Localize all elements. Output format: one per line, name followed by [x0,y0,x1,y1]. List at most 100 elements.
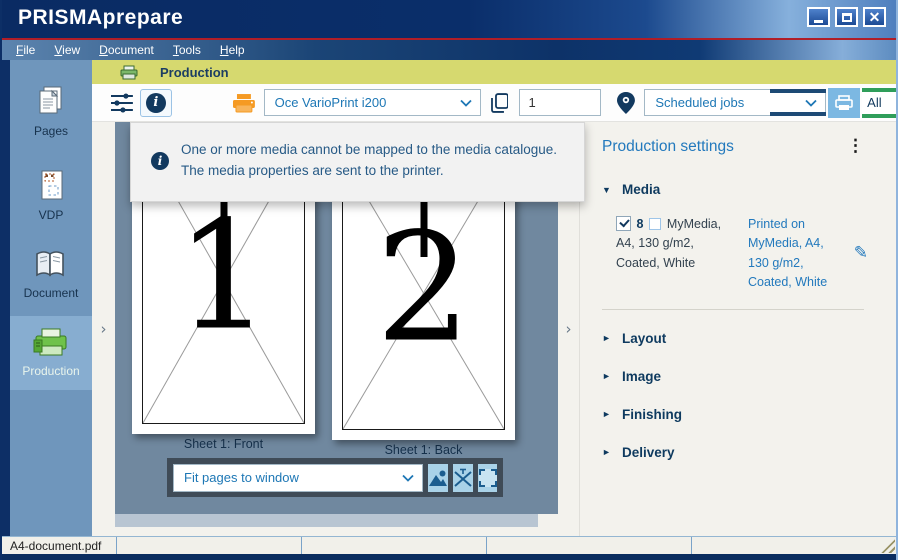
section-delivery[interactable]: ► Delivery [602,434,878,472]
chevron-down-icon [805,99,817,107]
queue-printer-icon [835,95,853,111]
chevron-down-icon [460,99,472,107]
production-settings-panel: Production settings ⋮ ▼ Media 8 MyMedia,… [580,122,896,536]
image-icon [428,469,448,487]
window-controls: ✕ [807,7,886,27]
menu-tools[interactable]: Tools [173,43,201,57]
close-button[interactable]: ✕ [863,7,886,27]
chevron-down-icon [402,474,414,482]
queue-filter-all[interactable]: All [862,88,896,118]
section-image-label: Image [622,369,661,384]
queue-filter-value: All [867,95,881,110]
status-bar: A4-document.pdf [2,536,896,554]
edit-pencil-icon[interactable]: ✎ [854,243,868,263]
expand-right-chevron-icon[interactable]: › [566,320,572,338]
production-toolbar: i Oce VarioPrint i200 [92,84,896,122]
section-delivery-label: Delivery [622,445,675,460]
section-layout[interactable]: ► Layout [602,320,878,358]
printer-select[interactable]: Oce VarioPrint i200 [264,89,481,116]
printer-select-value: Oce VarioPrint i200 [275,95,387,110]
production-printer-icon [120,65,138,80]
media-color-box[interactable] [649,218,661,230]
production-header: Production [92,60,896,84]
left-collapse-strip: › [92,122,115,536]
sheet-front-caption: Sheet 1: Front [132,437,315,451]
triangle-right-icon: ► [602,371,612,381]
page-number: 1 [132,202,315,352]
horizontal-scrollbar[interactable] [115,514,538,527]
status-filename: A4-document.pdf [2,537,117,554]
maximize-icon [842,13,852,22]
zoom-select[interactable]: Fit pages to window [173,464,423,492]
section-finishing[interactable]: ► Finishing [602,396,878,434]
info-icon: i [151,152,169,170]
section-layout-label: Layout [622,331,666,346]
copies-icon [491,93,509,113]
sidebar-label-pages: Pages [34,124,68,138]
close-icon: ✕ [869,10,881,24]
minimize-icon [814,20,823,23]
media-printed-on: Printed on MyMedia, A4, 130 g/m2, Coated… [748,215,844,293]
view-toolbar: Fit pages to window [167,458,503,497]
sidebar-label-document: Document [24,286,79,300]
cross-marks-icon [453,468,473,488]
section-media-label: Media [622,182,660,197]
title-bar: PRISMAprepare ✕ [2,0,896,38]
sheet-back-caption: Sheet 1: Back [332,443,515,457]
printer-queue-button[interactable] [828,88,860,118]
app-window: PRISMAprepare ✕ File View Document Tools… [0,0,898,560]
menu-help[interactable]: Help [220,43,245,57]
expand-left-chevron-icon[interactable]: › [101,320,107,338]
selection-mode-button[interactable] [478,464,497,492]
location-pin-icon [615,91,637,115]
printer-icon [232,93,256,113]
zoom-select-value: Fit pages to window [184,470,299,485]
media-count: 8 [636,217,643,231]
copies-input[interactable] [519,89,601,116]
pages-icon [32,84,70,120]
sidebar: Pages VDP Document [2,60,92,536]
media-name: MyMedia, A4, 130 g/m2, Coated, White [616,217,721,270]
triangle-right-icon: ► [602,409,612,419]
triangle-down-icon: ▼ [602,185,612,195]
job-settings-sliders-icon[interactable] [110,91,134,115]
vdp-icon [32,168,70,204]
sidebar-label-production: Production [22,364,79,378]
sidebar-item-document[interactable]: Document [10,248,92,300]
info-icon: i [146,93,166,113]
canvas-gap [115,527,538,536]
queue-accent-bottom [770,112,826,116]
kebab-menu-icon[interactable]: ⋮ [847,138,864,153]
menu-file[interactable]: File [16,43,35,57]
queue-accent-top [770,89,826,93]
triangle-right-icon: ► [602,333,612,343]
status-cell [117,537,302,554]
section-media[interactable]: ▼ Media [602,182,878,197]
status-cell [487,537,692,554]
sidebar-item-pages[interactable]: Pages [10,84,92,138]
sidebar-label-vdp: VDP [39,208,64,222]
production-header-title: Production [160,65,229,80]
media-info-button[interactable]: i [140,89,172,117]
media-checkbox-checked[interactable] [616,216,631,231]
minimize-button[interactable] [807,7,830,27]
page-number: 2 [332,214,515,364]
status-cell [302,537,487,554]
show-marks-button[interactable] [453,464,473,492]
menu-view[interactable]: View [54,43,80,57]
dashed-selection-icon [479,469,497,487]
section-image[interactable]: ► Image [602,358,878,396]
show-content-button[interactable] [428,464,448,492]
queue-select-wrap: Scheduled jobs [644,89,826,116]
sidebar-item-production[interactable]: Production [10,316,92,390]
queue-select-value: Scheduled jobs [655,95,744,110]
maximize-button[interactable] [835,7,858,27]
menu-document[interactable]: Document [99,43,154,57]
panel-divider [602,309,864,310]
media-row: 8 MyMedia, A4, 130 g/m2, Coated, White P… [616,215,878,293]
triangle-right-icon: ► [602,447,612,457]
sidebar-item-vdp[interactable]: VDP [10,168,92,222]
tooltip-message: One or more media cannot be mapped to th… [181,140,558,182]
media-info-tooltip: i One or more media cannot be mapped to … [130,122,585,202]
section-finishing-label: Finishing [622,407,682,422]
